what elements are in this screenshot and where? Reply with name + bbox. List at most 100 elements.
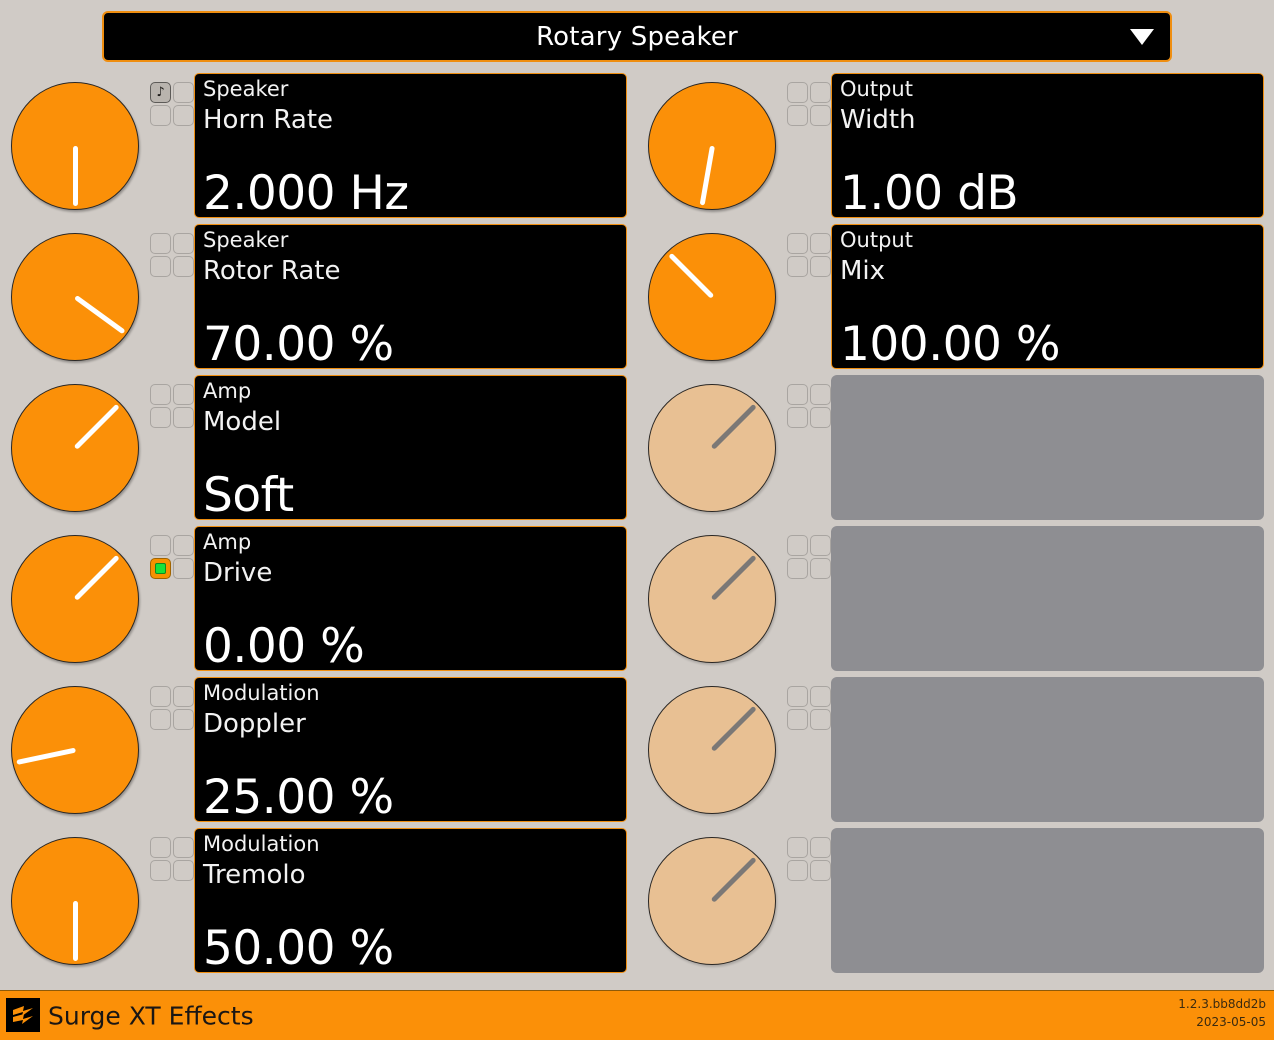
parameter-display-empty [831, 677, 1264, 822]
blank-toggle-icon[interactable] [173, 407, 194, 428]
blank-toggle-icon[interactable] [173, 558, 194, 579]
parameter-group-label: Output [840, 228, 913, 252]
toggle-cluster [150, 825, 194, 976]
parameter-value-label: 100.00 % [840, 317, 1061, 369]
parameter-knob[interactable] [11, 383, 139, 512]
parameter-value-label: 2.000 Hz [203, 166, 409, 218]
blank-toggle-icon[interactable] [787, 105, 808, 126]
blank-toggle-icon[interactable] [787, 233, 808, 254]
blank-toggle-icon[interactable] [150, 837, 171, 858]
plugin-window: Rotary Speaker ♪ Speaker Horn Rate 2.000 Hz… [0, 0, 1274, 1040]
knob-pointer-icon [710, 705, 757, 752]
parameter-group-label: Modulation [203, 832, 320, 856]
blank-toggle-icon[interactable] [173, 837, 194, 858]
knob-pointer-icon [699, 145, 715, 206]
blank-toggle-icon[interactable] [810, 82, 831, 103]
blank-toggle-icon[interactable] [173, 709, 194, 730]
blank-toggle-icon[interactable] [173, 105, 194, 126]
knob-slot [0, 523, 150, 674]
blank-toggle-icon[interactable] [150, 860, 171, 881]
parameter-row: Output Width 1.00 dB [637, 70, 1274, 221]
parameter-row: Output Mix 100.00 % [637, 221, 1274, 372]
toggle-cluster: ♪ [150, 70, 194, 221]
parameter-column-left: ♪ Speaker Horn Rate 2.000 Hz Speaker Rotor Ra… [0, 70, 637, 990]
parameter-group-label: Modulation [203, 681, 320, 705]
parameter-knob[interactable] [11, 81, 139, 210]
blank-toggle-icon[interactable] [150, 256, 171, 277]
blank-toggle-icon[interactable] [173, 686, 194, 707]
knob-slot [637, 825, 787, 976]
parameter-knob[interactable] [11, 232, 139, 361]
toggle-cluster [150, 372, 194, 523]
parameter-display[interactable]: Modulation Doppler 25.00 % [194, 677, 627, 822]
blank-toggle-icon[interactable] [173, 233, 194, 254]
knob-pointer-icon [710, 554, 757, 601]
blank-toggle-icon[interactable] [150, 535, 171, 556]
blank-toggle-icon [787, 558, 808, 579]
blank-toggle-icon [810, 686, 831, 707]
knob-slot [0, 674, 150, 825]
deactivate-led-icon[interactable] [150, 558, 171, 579]
parameter-knob[interactable] [648, 81, 776, 210]
toggle-glyph: ♪ [156, 85, 165, 100]
blank-toggle-icon[interactable] [150, 686, 171, 707]
parameter-display[interactable]: Speaker Rotor Rate 70.00 % [194, 224, 627, 369]
blank-toggle-icon[interactable] [150, 384, 171, 405]
blank-toggle-icon [810, 837, 831, 858]
parameter-knob[interactable] [11, 836, 139, 965]
parameter-name-label: Rotor Rate [203, 256, 341, 286]
parameter-value-label: 70.00 % [203, 317, 394, 369]
blank-toggle-icon[interactable] [173, 256, 194, 277]
parameter-value-label: 0.00 % [203, 619, 365, 671]
blank-toggle-icon[interactable] [150, 407, 171, 428]
tempo-sync-note-icon[interactable]: ♪ [150, 82, 171, 103]
parameter-knob [648, 383, 776, 512]
blank-toggle-icon[interactable] [150, 233, 171, 254]
parameter-display[interactable]: Speaker Horn Rate 2.000 Hz [194, 73, 627, 218]
blank-toggle-icon[interactable] [810, 233, 831, 254]
blank-toggle-icon[interactable] [787, 256, 808, 277]
toggle-cluster [787, 523, 831, 674]
blank-toggle-icon[interactable] [150, 105, 171, 126]
parameter-row: Modulation Tremolo 50.00 % [0, 825, 637, 976]
parameter-knob[interactable] [11, 685, 139, 814]
parameter-row: Amp Model Soft [0, 372, 637, 523]
parameter-display[interactable]: Modulation Tremolo 50.00 % [194, 828, 627, 973]
parameter-display[interactable]: Amp Model Soft [194, 375, 627, 520]
blank-toggle-icon[interactable] [810, 105, 831, 126]
blank-toggle-icon[interactable] [810, 256, 831, 277]
knob-slot [637, 221, 787, 372]
blank-toggle-icon[interactable] [173, 860, 194, 881]
blank-toggle-icon [810, 535, 831, 556]
parameter-display[interactable]: Amp Drive 0.00 % [194, 526, 627, 671]
parameter-display[interactable]: Output Mix 100.00 % [831, 224, 1264, 369]
toggle-cluster [787, 372, 831, 523]
toggle-cluster [787, 674, 831, 825]
blank-toggle-icon[interactable] [150, 709, 171, 730]
knob-pointer-icon [710, 856, 757, 903]
parameter-row [637, 523, 1274, 674]
parameter-display[interactable]: Output Width 1.00 dB [831, 73, 1264, 218]
blank-toggle-icon[interactable] [173, 535, 194, 556]
parameter-group-label: Speaker [203, 77, 289, 101]
knob-slot [637, 372, 787, 523]
blank-toggle-icon[interactable] [173, 82, 194, 103]
blank-toggle-icon[interactable] [787, 82, 808, 103]
header: Rotary Speaker [102, 11, 1172, 62]
parameter-knob [648, 685, 776, 814]
parameter-knob[interactable] [11, 534, 139, 663]
toggle-cluster [150, 674, 194, 825]
effect-type-selector[interactable]: Rotary Speaker [102, 11, 1172, 62]
parameter-row: Modulation Doppler 25.00 % [0, 674, 637, 825]
footer: Surge XT Effects 1.2.3.bb8dd2b 2023-05-0… [0, 990, 1274, 1040]
blank-toggle-icon [810, 407, 831, 428]
blank-toggle-icon [787, 407, 808, 428]
blank-toggle-icon[interactable] [173, 384, 194, 405]
parameter-row [637, 674, 1274, 825]
parameter-value-label: Soft [203, 468, 294, 520]
blank-toggle-icon [787, 384, 808, 405]
parameter-row: ♪ Speaker Horn Rate 2.000 Hz [0, 70, 637, 221]
blank-toggle-icon [810, 709, 831, 730]
knob-slot [0, 372, 150, 523]
parameter-knob[interactable] [648, 232, 776, 361]
